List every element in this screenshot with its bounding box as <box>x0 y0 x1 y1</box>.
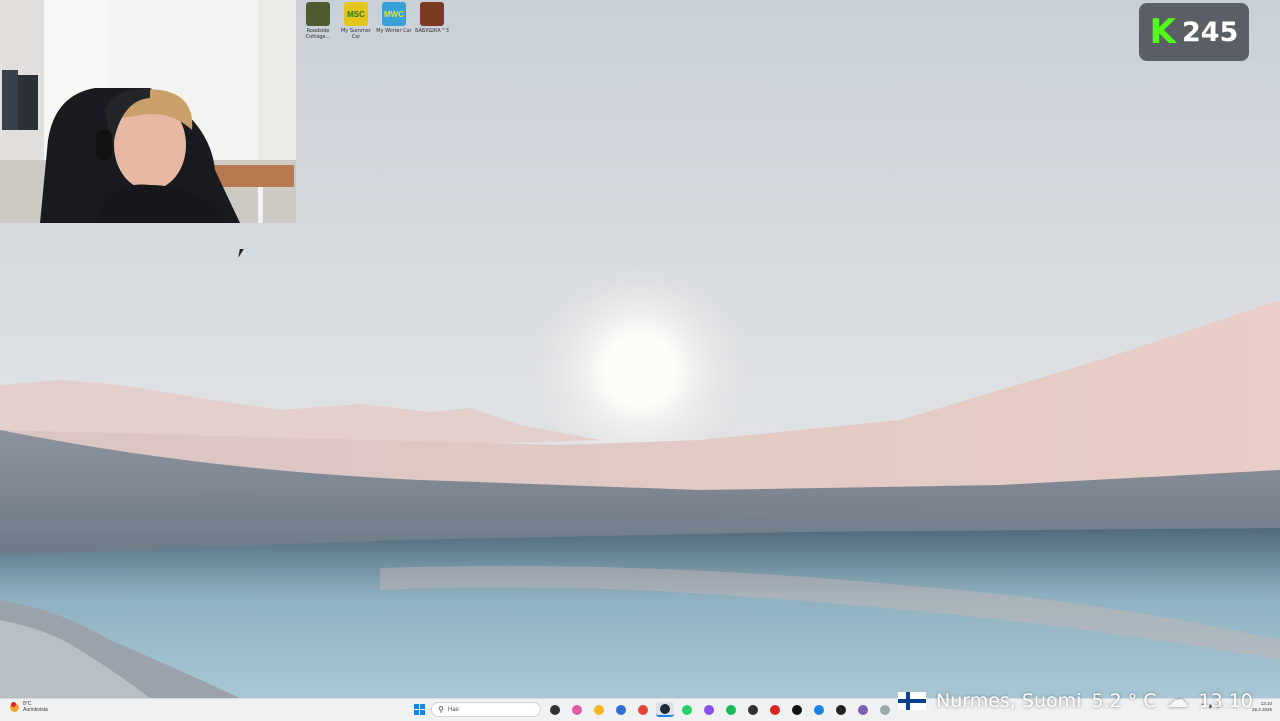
taskbar-search-box[interactable]: ⚲ Hae <box>431 702 541 717</box>
taskbar-clock[interactable]: 13.10 26.4.2026 <box>1252 701 1272 713</box>
my-winter-car-icon: MWC <box>382 2 406 26</box>
spotify-icon <box>726 704 736 715</box>
search-placeholder: Hae <box>447 706 459 713</box>
chrome-icon <box>638 704 648 715</box>
taskbar-app-spotify[interactable] <box>722 702 740 717</box>
taskbar-app-chrome[interactable] <box>634 702 652 717</box>
taskbar-app-app[interactable] <box>744 702 762 717</box>
kick-logo-icon: K <box>1149 12 1176 52</box>
app-icon <box>814 704 824 715</box>
desktop-icon-roadside-cottage[interactable]: Roadside Cottage... <box>300 2 336 40</box>
finland-flag-icon <box>898 691 926 710</box>
webcam-overlay <box>0 0 296 223</box>
taskbar-app-copilot[interactable] <box>568 702 586 717</box>
taskbar-app-app[interactable] <box>788 702 806 717</box>
temperature-label: 5.2 ° C <box>1091 689 1157 712</box>
kick-viewer-counter: K 245 <box>1139 3 1249 61</box>
stream-info-overlay: Nurmes, Suomi 5.2 ° C ☁ 13.10 <box>898 688 1253 713</box>
location-label: Nurmes, Suomi <box>936 689 1082 712</box>
my-summer-car-icon: MSC <box>344 2 368 26</box>
taskbar-weather-widget[interactable]: 8°C Aurinkoista <box>10 701 48 713</box>
messenger-icon <box>704 704 714 715</box>
taskbar-app-app[interactable] <box>766 702 784 717</box>
roadside-cottage-icon <box>306 2 330 26</box>
weather-desc: Aurinkoista <box>23 707 48 713</box>
app-icon <box>770 704 780 715</box>
taskbar-app-app[interactable] <box>832 702 850 717</box>
taskbar-app-messenger[interactable] <box>700 702 718 717</box>
taskbar-app-mail[interactable] <box>612 702 630 717</box>
desktop-icon-babushka[interactable]: БАБУШКА™3 <box>414 2 450 40</box>
time-label: 13.10 <box>1198 689 1253 712</box>
weather-sun-icon <box>10 701 19 712</box>
taskbar-app-whatsapp[interactable] <box>678 702 696 717</box>
search-icon: ⚲ <box>438 705 444 714</box>
steam-icon <box>660 703 670 714</box>
mail-icon <box>616 704 626 715</box>
taskbar-app-app[interactable] <box>876 702 894 717</box>
desktop-icon-label: My Summer Car <box>340 28 372 40</box>
taskbar-app-file-explorer[interactable] <box>590 702 608 717</box>
app-icon <box>748 704 758 715</box>
desktop-icons: Roadside Cottage... MSC My Summer Car MW… <box>300 2 450 40</box>
whatsapp-icon <box>682 704 692 715</box>
windows-logo-icon <box>414 704 419 709</box>
desktop-icon-my-summer-car[interactable]: MSC My Summer Car <box>338 2 374 40</box>
desktop-icon-label: My Winter Car <box>376 28 412 34</box>
cloud-icon: ☁ <box>1166 688 1189 713</box>
taskbar-app-steam[interactable] <box>656 702 674 717</box>
babushka-icon <box>420 2 444 26</box>
taskbar-app-task-view[interactable] <box>546 702 564 717</box>
taskbar-clock-date: 26.4.2026 <box>1252 707 1273 712</box>
file-explorer-icon <box>594 704 604 715</box>
desktop-icon-label: БАБУШКА™3 <box>415 28 449 34</box>
task-view-icon <box>550 704 560 715</box>
app-icon <box>880 704 890 715</box>
desktop-icon-my-winter-car[interactable]: MWC My Winter Car <box>376 2 412 40</box>
app-icon <box>858 704 868 715</box>
start-button[interactable] <box>414 704 425 715</box>
taskbar-pinned-apps <box>546 702 894 717</box>
app-icon <box>792 704 802 715</box>
app-icon <box>836 704 846 715</box>
viewer-count: 245 <box>1181 16 1239 48</box>
taskbar-app-app[interactable] <box>810 702 828 717</box>
desktop-icon-label: Roadside Cottage... <box>305 28 331 40</box>
taskbar-app-app[interactable] <box>854 702 872 717</box>
copilot-icon <box>572 704 582 715</box>
